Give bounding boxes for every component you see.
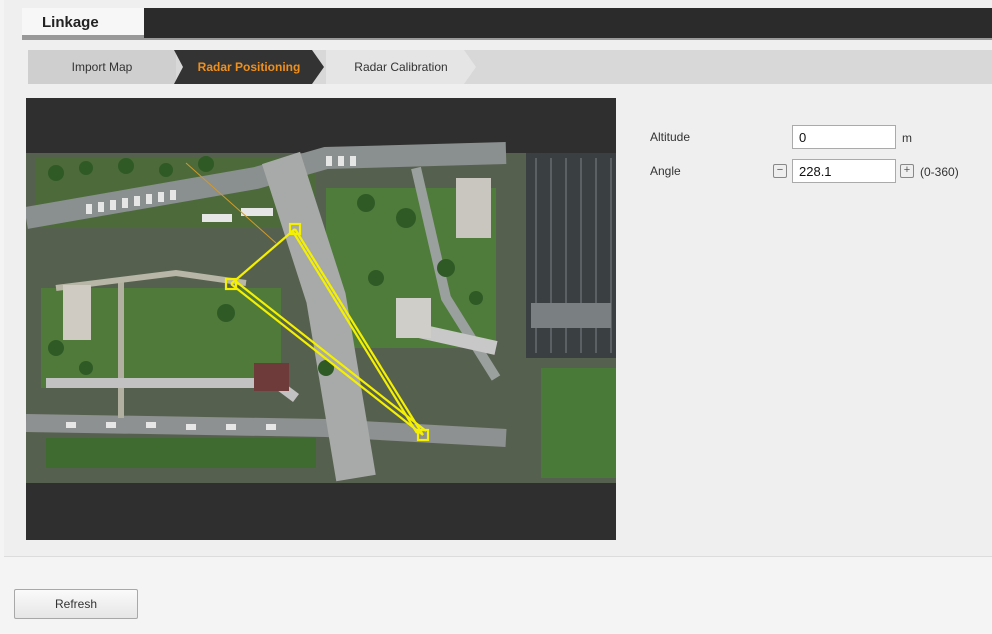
angle-range-hint: (0-360)	[920, 165, 959, 179]
altitude-label: Altitude	[650, 130, 691, 144]
angle-input[interactable]	[792, 159, 896, 183]
step-nav: Import Map Radar Positioning Radar Calib…	[28, 50, 992, 84]
step-import-map[interactable]: Import Map	[28, 50, 176, 84]
map-view[interactable]	[26, 98, 616, 540]
step-radar-calibration[interactable]: Radar Calibration	[326, 50, 476, 84]
page-title: Linkage	[22, 8, 144, 38]
angle-label: Angle	[650, 164, 681, 178]
altitude-input[interactable]	[792, 125, 896, 149]
title-divider	[22, 38, 992, 40]
angle-decrement-button[interactable]: −	[773, 164, 787, 178]
aerial-map-image	[26, 98, 616, 540]
angle-increment-button[interactable]: +	[900, 164, 914, 178]
refresh-button[interactable]: Refresh	[14, 589, 138, 619]
altitude-unit: m	[902, 131, 912, 145]
step-radar-positioning[interactable]: Radar Positioning	[174, 50, 324, 84]
title-bar	[144, 8, 992, 38]
